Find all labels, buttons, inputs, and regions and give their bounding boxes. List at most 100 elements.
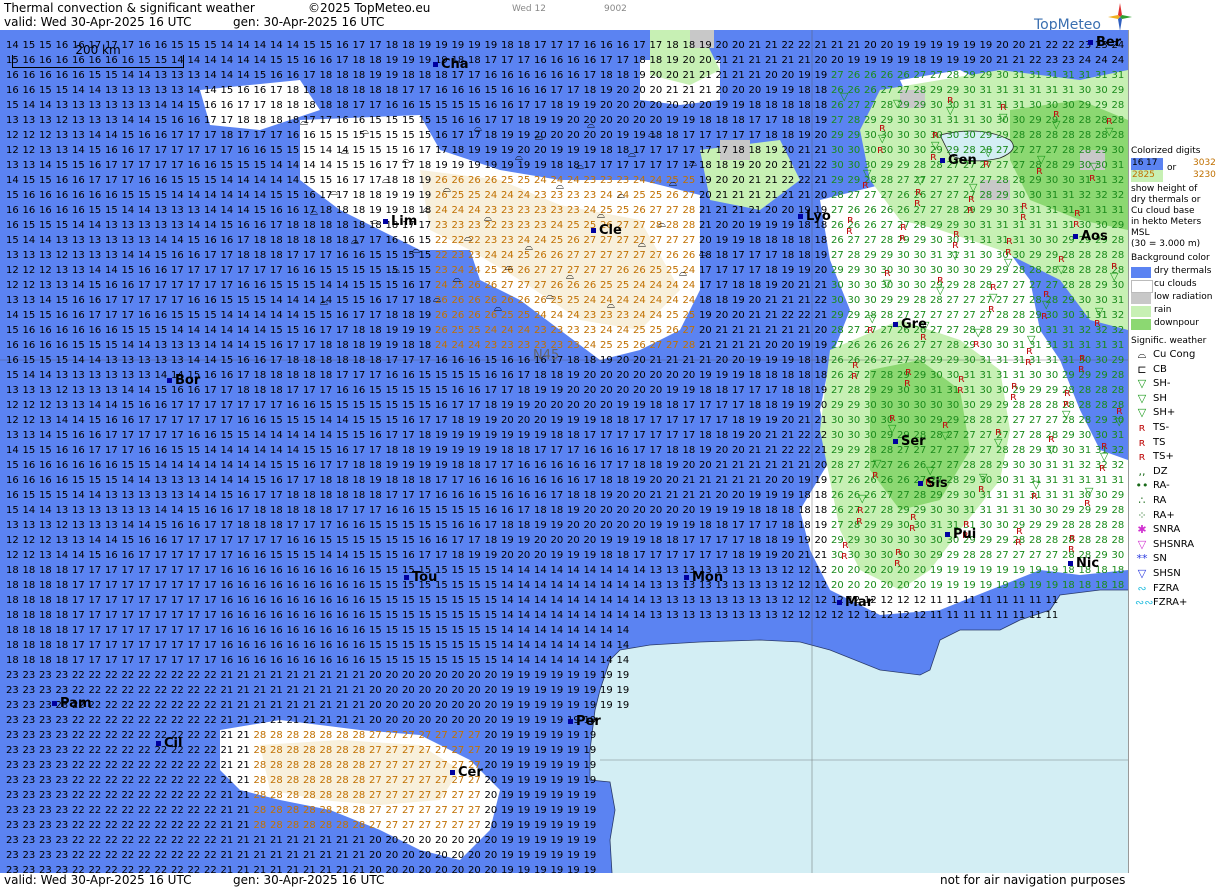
thermal-digit: 31 [996, 85, 1009, 96]
topmeteo-logo[interactable]: TopMeteo [1034, 3, 1219, 33]
city-mar[interactable]: Mar [837, 595, 873, 610]
city-lyo[interactable]: Lyo [798, 209, 831, 224]
thermal-digit: 21 [336, 700, 349, 711]
thermal-digit: 15 [204, 40, 217, 51]
thermal-digit: 18 [254, 235, 267, 246]
thermal-digit: 13 [72, 535, 85, 546]
thermal-digit: 18 [815, 355, 828, 366]
thermal-digit: 19 [798, 475, 811, 486]
city-ber[interactable]: Ber [1088, 35, 1121, 50]
city-mon[interactable]: Mon [684, 570, 723, 585]
thermal-digit: 16 [155, 445, 168, 456]
thermal-digit: 12 [39, 535, 52, 546]
thermal-digit: 18 [633, 55, 646, 66]
city-cer[interactable]: Cer [450, 765, 483, 780]
thermal-digit: 20 [600, 385, 613, 396]
thermal-digit: 19 [402, 460, 415, 471]
thermal-digit: 15 [56, 430, 69, 441]
thermal-digit: 26 [864, 85, 877, 96]
thermal-digit: 17 [716, 400, 729, 411]
thermal-digit: 20 [815, 535, 828, 546]
thermal-digit: 18 [732, 115, 745, 126]
thermal-digit: 18 [683, 40, 696, 51]
thermal-digit: 19 [963, 580, 976, 591]
thermal-digit: 19 [584, 730, 597, 741]
thermal-digit: 23 [56, 775, 69, 786]
thermal-digit: 28 [287, 775, 300, 786]
city-cha[interactable]: Cha [433, 57, 469, 72]
thermal-digit: 18 [765, 505, 778, 516]
thermal-digit: 19 [485, 160, 498, 171]
thermal-digit: 19 [782, 400, 795, 411]
city-gre[interactable]: Gre [893, 317, 927, 332]
thermal-digit: 16 [23, 475, 36, 486]
thermal-digit: 28 [831, 190, 844, 201]
thermal-digit: 16 [287, 535, 300, 546]
thermal-digit: 21 [848, 40, 861, 51]
freezing-rain-icon: ∾ [1135, 582, 1149, 595]
thermal-digit: 29 [930, 490, 943, 501]
thermal-digit: 19 [633, 70, 646, 81]
thermal-digit: 22 [89, 715, 102, 726]
weather-map[interactable]: 14 15 15 16 16 17 17 17 16 16 15 15 15 14 14 14 14 14 15 15… [0, 30, 1128, 873]
thermal-digit: 31 [1062, 190, 1075, 201]
thermal-digit: 23 [485, 235, 498, 246]
city-marker [684, 575, 689, 580]
thermal-digit: 17 [204, 610, 217, 621]
city-cle[interactable]: Cle [591, 223, 622, 238]
city-bor[interactable]: Bor [167, 373, 200, 388]
thermal-digit: 16 [270, 205, 283, 216]
thermal-digit: 15 [485, 655, 498, 666]
thermal-digit: 23 [6, 715, 19, 726]
thermal-digit: 26 [881, 205, 894, 216]
thermal-digit: 31 [996, 505, 1009, 516]
thermal-digit: 19 [930, 55, 943, 66]
city-pam[interactable]: Pam [52, 696, 92, 711]
city-aos[interactable]: Aos [1073, 229, 1108, 244]
thermal-digit: 15 [303, 145, 316, 156]
thermal-digit: 29 [930, 415, 943, 426]
thermal-digit: 17 [716, 145, 729, 156]
city-per[interactable]: Per [568, 714, 601, 729]
city-gen[interactable]: Gen [940, 153, 977, 168]
thermal-digit: 31 [1046, 475, 1059, 486]
thermal-digit: 15 [468, 655, 481, 666]
thermal-digit: 13 [171, 340, 184, 351]
thermal-digit: 26 [485, 175, 498, 186]
thermal-digit: 19 [551, 730, 564, 741]
thermal-digit: 19 [551, 520, 564, 531]
city-ser[interactable]: Ser [893, 434, 926, 449]
city-cil[interactable]: Cil [156, 736, 182, 751]
thermal-digit: 17 [303, 520, 316, 531]
cu-cong-symbol: ⌓ [679, 268, 687, 279]
thermal-digit: 18 [369, 85, 382, 96]
thermal-digit: 29 [914, 100, 927, 111]
weather-legend-label: Cu Cong [1153, 349, 1195, 360]
thermal-digit: 15 [6, 100, 19, 111]
thermal-digit: 22 [188, 685, 201, 696]
thermal-digit: 20 [534, 145, 547, 156]
thermal-digit: 13 [89, 505, 102, 516]
thermal-digit: 14 [320, 550, 333, 561]
thermal-digit: 17 [353, 310, 366, 321]
city-nic[interactable]: Nic [1068, 556, 1099, 571]
thermal-digit: 15 [122, 190, 135, 201]
thermal-digit: 24 [452, 205, 465, 216]
thermal-digit: 17 [534, 40, 547, 51]
city-lim[interactable]: Lim [383, 214, 417, 229]
thermal-digit: 30 [1046, 505, 1059, 516]
city-tou[interactable]: Tou [404, 570, 437, 585]
thermal-digit: 17 [699, 265, 712, 276]
thermal-digit: 15 [369, 535, 382, 546]
thermal-digit: 17 [765, 520, 778, 531]
thermal-digit: 20 [864, 40, 877, 51]
thermal-digit: 19 [468, 550, 481, 561]
thermal-digit: 21 [765, 460, 778, 471]
thermal-digit: 27 [996, 160, 1009, 171]
thermal-digit: 28 [914, 295, 927, 306]
thermal-digit: 21 [287, 865, 300, 873]
city-pui[interactable]: Pui [945, 527, 976, 542]
city-sis[interactable]: Sis [918, 476, 948, 491]
thermal-digit: 26 [897, 205, 910, 216]
thermal-digit: 14 [39, 100, 52, 111]
